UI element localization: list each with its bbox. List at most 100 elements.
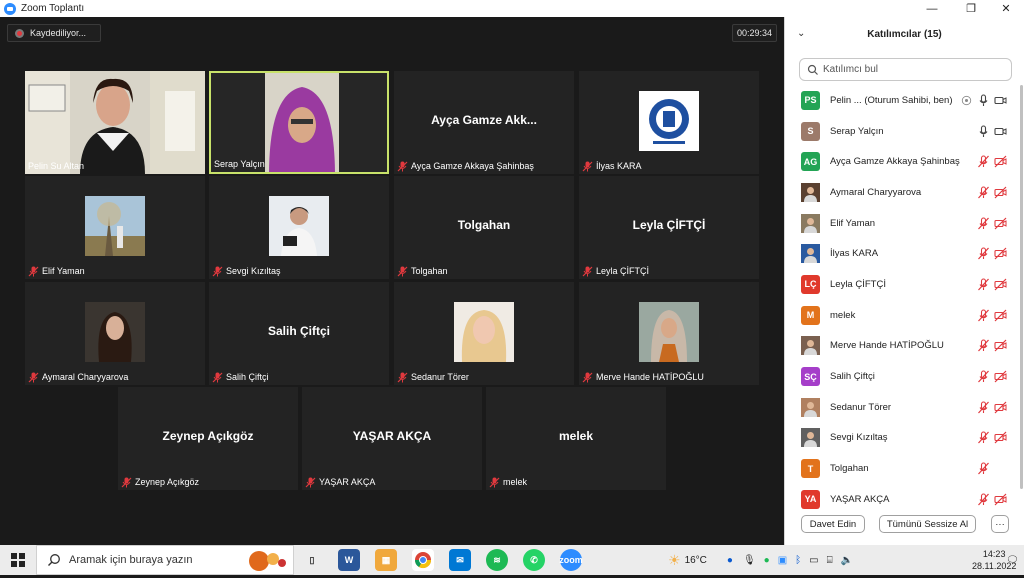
weather-icon[interactable]: ☀ (668, 552, 681, 569)
video-off-icon[interactable] (994, 155, 1007, 168)
video-tile[interactable]: Merve Hande HATİPOĞLU (579, 282, 759, 385)
video-off-icon[interactable] (994, 401, 1007, 414)
start-button[interactable] (0, 545, 36, 575)
video-off-icon[interactable] (994, 309, 1007, 322)
video-tile[interactable]: Serap Yalçın (209, 71, 389, 174)
video-icon[interactable] (994, 94, 1007, 107)
mic-muted-icon[interactable] (977, 309, 990, 322)
bluetooth-icon[interactable]: ᛒ (795, 555, 801, 566)
video-tile[interactable]: Ayça Gamze Akk... Ayça Gamze Akkaya Şahin… (394, 71, 574, 174)
video-off-icon[interactable] (994, 247, 1007, 260)
tile-name-label: Pelin Su Altan (28, 160, 84, 172)
video-tile[interactable]: İlyas KARA (579, 71, 759, 174)
video-tile[interactable]: Aymaral Charyyarova (25, 282, 205, 385)
video-tile[interactable]: Elif Yaman (25, 176, 205, 279)
mail-icon[interactable]: ✉ (449, 549, 471, 571)
mic-muted-icon[interactable] (977, 186, 990, 199)
record-icon (15, 28, 24, 38)
participant-row[interactable]: AG Ayça Gamze Akkaya Şahinbaş (785, 146, 1021, 177)
profile-picture (269, 196, 329, 256)
participant-row[interactable]: Aymaral Charyyarova (785, 177, 1021, 208)
participant-row[interactable]: Merve Hande HATİPOĞLU (785, 331, 1021, 362)
minimize-button[interactable]: — (917, 0, 947, 17)
task-view-icon[interactable]: ▯ (301, 549, 323, 571)
video-tile[interactable]: Pelin Su Altan (25, 71, 205, 174)
participant-row[interactable]: Elif Yaman (785, 208, 1021, 239)
mic-icon[interactable] (977, 124, 990, 138)
maximize-button[interactable]: ❐ (956, 0, 986, 17)
participant-search[interactable] (799, 58, 1012, 81)
video-off-icon[interactable] (994, 431, 1007, 444)
profile-picture (639, 302, 699, 362)
participant-row[interactable]: S Serap Yalçın (785, 116, 1021, 147)
video-icon[interactable] (994, 125, 1007, 138)
mic-tray-icon[interactable]: 🎙 (743, 555, 756, 566)
participant-row[interactable]: LÇ Leyla ÇİFTÇİ (785, 269, 1021, 300)
participant-row[interactable]: PS Pelin ... (Oturum Sahibi, ben) (785, 85, 1021, 116)
participant-name: İlyas KARA (830, 248, 879, 260)
participant-row[interactable]: SÇ Salih Çiftçi (785, 361, 1021, 392)
weather-temp[interactable]: 16°C (685, 555, 707, 566)
mic-muted-icon[interactable] (977, 462, 990, 475)
avatar: S (801, 121, 820, 141)
video-off-icon[interactable] (994, 493, 1007, 506)
volume-icon[interactable]: 🔈 (841, 555, 853, 566)
participant-display-name: Ayça Gamze Akk... (431, 113, 537, 127)
panel-header: ⌄ Katılımcılar (15) (785, 17, 1024, 51)
video-tile[interactable]: YAŞAR AKÇA YAŞAR AKÇA (302, 387, 482, 490)
zoom-taskbar-icon[interactable]: zoom (559, 549, 583, 571)
notifications-icon[interactable]: 🗨 (1006, 545, 1019, 575)
participant-display-name: melek (558, 429, 594, 443)
participant-row[interactable]: Sedanur Törer (785, 392, 1021, 423)
tray-app-icon[interactable]: ● (727, 555, 733, 566)
scrollbar[interactable] (1020, 85, 1023, 489)
mic-muted-icon[interactable] (977, 370, 990, 383)
invite-button[interactable]: Davet Edin (801, 515, 865, 533)
participant-row[interactable]: T Tolgahan (785, 453, 1021, 484)
search-input[interactable] (823, 64, 1003, 75)
whatsapp-icon[interactable]: ✆ (523, 549, 545, 571)
video-tile[interactable]: Leyla ÇİFTÇİ Leyla ÇİFTÇİ (579, 176, 759, 279)
video-tile[interactable]: Sevgi Kızıltaş (209, 176, 389, 279)
participant-row[interactable]: Sevgi Kızıltaş (785, 423, 1021, 454)
tile-name-label: Tolgahan (397, 265, 448, 277)
video-off-icon[interactable] (994, 278, 1007, 291)
network-icon[interactable]: ⌸ (827, 555, 833, 566)
mic-muted-icon[interactable] (977, 247, 990, 260)
participant-row[interactable]: İlyas KARA (785, 238, 1021, 269)
zoom-tray-icon[interactable]: ▣ (778, 555, 787, 566)
video-tile[interactable]: Tolgahan Tolgahan (394, 176, 574, 279)
video-tile[interactable]: Salih Çiftçi Salih Çiftçi (209, 282, 389, 385)
spotify-tray-icon[interactable]: ● (764, 555, 770, 566)
mic-muted-icon[interactable] (977, 278, 990, 291)
close-button[interactable]: ✕ (991, 0, 1021, 17)
video-tile[interactable]: melek melek (486, 387, 666, 490)
chevron-down-icon[interactable]: ⌄ (797, 28, 805, 39)
mic-icon[interactable] (977, 94, 990, 107)
participant-display-name: Zeynep Açıkgöz (162, 429, 254, 443)
chrome-icon[interactable] (412, 549, 434, 571)
video-tile[interactable]: Zeynep Açıkgöz Zeynep Açıkgöz (118, 387, 298, 490)
participant-row[interactable]: Mmelek (785, 300, 1021, 331)
avatar: T (801, 459, 820, 479)
recording-indicator[interactable]: Kaydediliyor... (7, 24, 101, 42)
video-off-icon[interactable] (994, 217, 1007, 230)
mic-muted-icon[interactable] (977, 431, 990, 444)
taskbar-search[interactable]: Aramak için buraya yazın (36, 545, 294, 575)
mute-all-button[interactable]: Tümünü Sessize Al (879, 515, 976, 533)
mic-muted-icon[interactable] (977, 217, 990, 230)
battery-icon[interactable]: ▭ (809, 555, 818, 566)
video-off-icon[interactable] (994, 370, 1007, 383)
video-off-icon[interactable] (994, 186, 1007, 199)
mic-muted-icon[interactable] (977, 401, 990, 414)
video-off-icon[interactable] (994, 339, 1007, 352)
video-tile[interactable]: Sedanur Törer (394, 282, 574, 385)
mic-muted-icon[interactable] (977, 155, 990, 168)
more-options-button[interactable]: ··· (991, 515, 1009, 533)
mic-muted-icon[interactable] (977, 493, 990, 506)
store-icon[interactable]: ▦ (375, 549, 397, 571)
participant-row[interactable]: YA YAŞAR AKÇA (785, 484, 1021, 515)
word-icon[interactable]: W (338, 549, 360, 571)
mic-muted-icon[interactable] (977, 339, 990, 352)
spotify-icon[interactable]: ≋ (486, 549, 508, 571)
